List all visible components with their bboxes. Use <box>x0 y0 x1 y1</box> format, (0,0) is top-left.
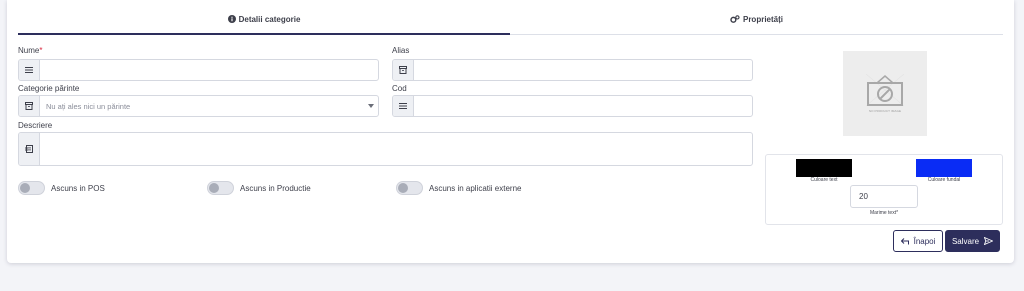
code-input[interactable] <box>414 96 752 116</box>
name-label: Nume* <box>18 46 43 55</box>
gears-icon <box>730 15 740 23</box>
code-label: Cod <box>392 84 407 93</box>
note-icon <box>19 133 40 165</box>
parent-category-placeholder: Nu ați ales nici un părinte <box>46 101 131 111</box>
back-button[interactable]: Înapoi <box>893 230 943 252</box>
text-color-swatch[interactable] <box>796 159 852 177</box>
tab-properties-label: Proprietăți <box>742 15 783 24</box>
code-field <box>392 95 753 117</box>
toggle-hidden-external-apps-label: Ascuns in aplicatii externe <box>429 183 522 193</box>
toggle-hidden-production-label: Ascuns in Productie <box>240 183 311 193</box>
text-size-caption: Marime text* <box>869 210 899 216</box>
text-style-panel: Culoare text Culoare fundal 20 Marime te… <box>765 154 1003 225</box>
archive-icon <box>19 96 40 116</box>
tab-category-details-label: Detalii categorie <box>238 15 301 24</box>
toggle-hidden-external-apps[interactable]: Ascuns in aplicatii externe <box>396 181 522 195</box>
alias-label: Alias <box>392 46 410 55</box>
toggle-hidden-production[interactable]: Ascuns in Productie <box>207 181 311 195</box>
toggle-switch[interactable] <box>207 181 234 195</box>
save-button-label: Salvare <box>951 236 980 246</box>
send-icon <box>984 237 994 245</box>
parent-category-label: Categorie părinte <box>18 84 80 93</box>
text-size-input[interactable]: 20 <box>850 185 918 208</box>
archive-icon <box>393 60 414 80</box>
save-button[interactable]: Salvare <box>945 230 1000 252</box>
toggle-switch[interactable] <box>396 181 423 195</box>
toggle-hidden-pos[interactable]: Ascuns in POS <box>18 181 105 195</box>
name-field <box>18 59 379 81</box>
undo-arrow-icon <box>900 237 909 244</box>
category-image-placeholder[interactable]: NO PRODUCT IMAGE <box>843 51 927 136</box>
chevron-down-icon <box>364 96 378 116</box>
list-lines-icon <box>19 60 40 80</box>
back-button-label: Înapoi <box>913 236 936 246</box>
toggle-hidden-pos-label: Ascuns in POS <box>51 183 105 193</box>
tab-category-details[interactable]: Detalii categorie <box>18 12 510 35</box>
tab-properties[interactable]: Proprietăți <box>510 12 1003 35</box>
parent-category-select[interactable]: Nu ați ales nici un părinte <box>18 95 379 117</box>
alias-field <box>392 59 753 81</box>
alias-input[interactable] <box>414 60 752 80</box>
name-input[interactable] <box>40 60 378 80</box>
description-input[interactable] <box>40 133 752 165</box>
info-circle-icon <box>227 15 236 23</box>
description-label: Descriere <box>18 121 53 130</box>
background-color-swatch[interactable] <box>916 159 972 177</box>
no-image-icon <box>866 74 904 106</box>
toggle-switch[interactable] <box>18 181 45 195</box>
text-color-caption: Culoare text <box>810 177 838 183</box>
description-field <box>18 132 753 166</box>
no-image-caption: NO PRODUCT IMAGE <box>868 109 902 113</box>
background-color-caption: Culoare fundal <box>927 177 961 183</box>
category-form-card: Detalii categorie Proprietăți Nume* Alia… <box>7 0 1014 263</box>
tab-bar: Detalii categorie Proprietăți <box>18 12 1003 35</box>
list-lines-icon <box>393 96 414 116</box>
